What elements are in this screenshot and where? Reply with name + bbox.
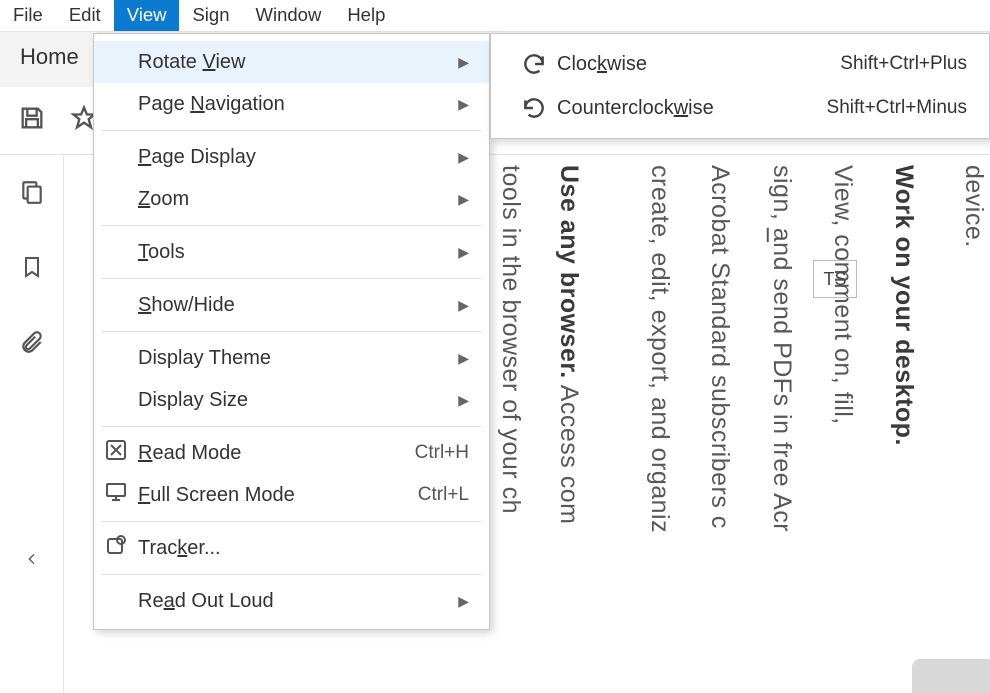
- menu-separator: [102, 130, 481, 131]
- menu-read-out-loud[interactable]: Read Out Loud▶: [94, 580, 489, 622]
- monitor-icon: [104, 480, 128, 510]
- scroll-thumb[interactable]: [912, 659, 990, 693]
- rotate-cw-icon: [521, 51, 557, 77]
- menu-separator: [102, 331, 481, 332]
- menu-view[interactable]: View: [114, 0, 180, 31]
- menu-tools[interactable]: Tools▶: [94, 231, 489, 273]
- doc-text: sign, and send PDFs in free Acr: [767, 165, 796, 532]
- menu-edit[interactable]: Edit: [56, 0, 114, 31]
- doc-text: device.: [959, 165, 988, 248]
- collapse-sidebar-icon[interactable]: [24, 550, 40, 573]
- menu-file[interactable]: File: [0, 0, 56, 31]
- menu-separator: [102, 521, 481, 522]
- menu-show-hide[interactable]: Show/Hide▶: [94, 284, 489, 326]
- doc-text: create, edit, export, and organiz: [645, 165, 674, 533]
- bookmark-icon[interactable]: [20, 253, 44, 287]
- menu-rotate-view[interactable]: Rotate View▶: [94, 41, 489, 83]
- submenu-counterclockwise[interactable]: Counterclockwise Shift+Ctrl+Minus: [491, 86, 989, 130]
- rotate-submenu: Clockwise Shift+Ctrl+Plus Counterclockwi…: [490, 33, 990, 139]
- doc-text: Work on your desktop.: [889, 165, 918, 446]
- menubar: File Edit View Sign Window Help: [0, 0, 990, 32]
- menu-window[interactable]: Window: [243, 0, 335, 31]
- text-annotation[interactable]: TS: [813, 260, 857, 298]
- menu-zoom[interactable]: Zoom▶: [94, 178, 489, 220]
- sidebar: [0, 155, 64, 693]
- menu-separator: [102, 426, 481, 427]
- menu-help[interactable]: Help: [334, 0, 398, 31]
- tracker-icon: [104, 533, 128, 563]
- home-tab[interactable]: Home: [0, 32, 100, 87]
- menu-separator: [102, 278, 481, 279]
- doc-text: tools in the browser of your ch: [496, 165, 525, 514]
- thumbnails-icon[interactable]: [19, 179, 45, 211]
- menu-display-theme[interactable]: Display Theme▶: [94, 337, 489, 379]
- menu-tracker[interactable]: Tracker...: [94, 527, 489, 569]
- menu-separator: [102, 574, 481, 575]
- menu-sign[interactable]: Sign: [179, 0, 242, 31]
- menu-page-display[interactable]: Page Display▶: [94, 136, 489, 178]
- doc-text: Use any browser. Access com: [554, 165, 583, 524]
- save-icon[interactable]: [18, 104, 46, 138]
- menu-page-navigation[interactable]: Page Navigation▶: [94, 83, 489, 125]
- menu-full-screen[interactable]: Full Screen Mode Ctrl+L: [94, 474, 489, 516]
- rotate-ccw-icon: [521, 95, 557, 121]
- menu-display-size[interactable]: Display Size▶: [94, 379, 489, 421]
- read-mode-icon: [104, 438, 128, 468]
- doc-text: Acrobat Standard subscribers c: [705, 165, 734, 529]
- attachment-icon[interactable]: [19, 329, 45, 361]
- view-menu-panel: Rotate View▶ Page Navigation▶ Page Displ…: [93, 33, 490, 630]
- menu-read-mode[interactable]: Read Mode Ctrl+H: [94, 432, 489, 474]
- submenu-clockwise[interactable]: Clockwise Shift+Ctrl+Plus: [491, 42, 989, 86]
- menu-separator: [102, 225, 481, 226]
